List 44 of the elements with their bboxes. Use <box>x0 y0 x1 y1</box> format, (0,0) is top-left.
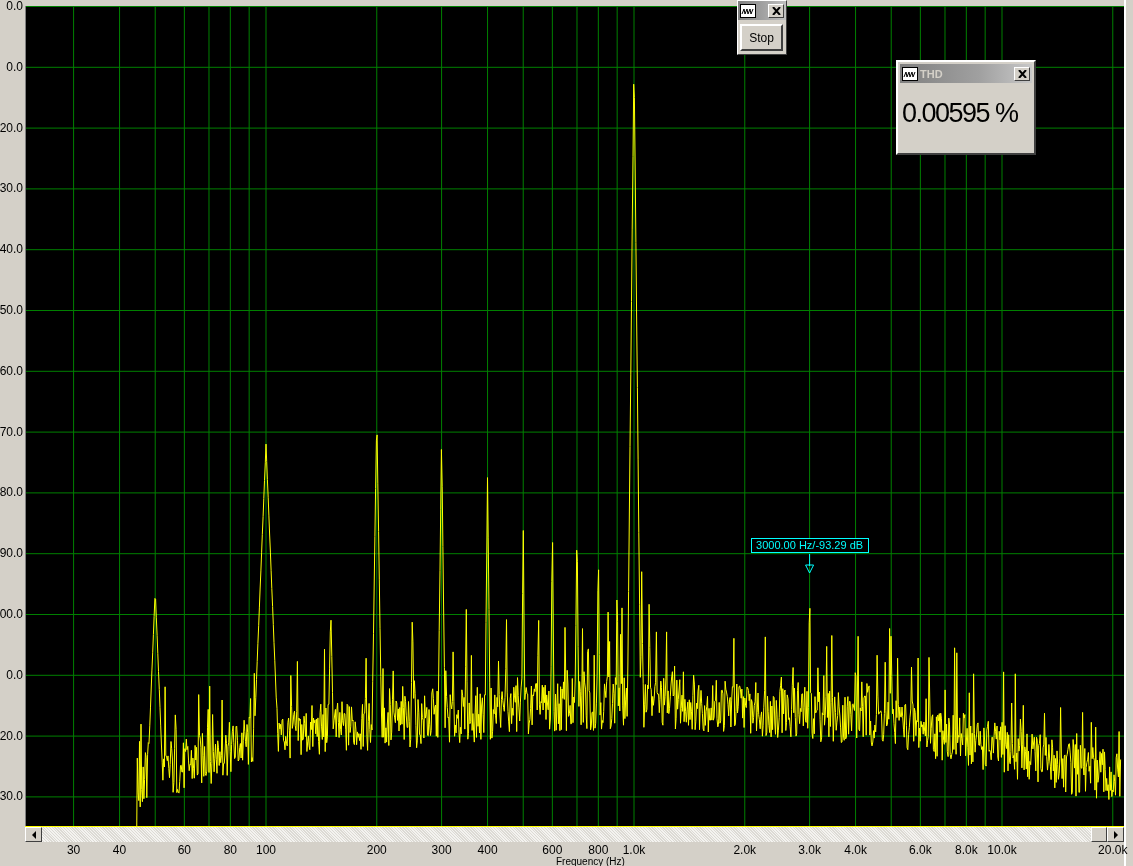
scroll-left-button[interactable] <box>25 827 42 842</box>
left-arrow-icon <box>30 830 37 839</box>
thd-value: 0.00595 % <box>901 97 1019 130</box>
waveform-icon <box>902 66 918 81</box>
window-title: THD <box>920 67 943 80</box>
cursor-marker-icon[interactable] <box>805 564 815 574</box>
axis-tick-label: 400 <box>476 843 499 857</box>
close-icon <box>1017 69 1027 78</box>
axis-tick-label: 6.0k <box>908 843 933 857</box>
axis-tick-label: 80.0 <box>0 485 23 500</box>
axis-tick-label: 40.0 <box>0 242 23 257</box>
axis-tick-label: 100 <box>255 843 277 857</box>
close-button[interactable] <box>768 3 784 18</box>
axis-tick-label: 60 <box>176 843 193 857</box>
axis-tick-label: 30.0 <box>0 181 23 196</box>
close-button[interactable] <box>1014 66 1030 81</box>
axis-tick-label: 0.0 <box>6 0 23 13</box>
axis-tick-label: 20.0 <box>0 120 23 135</box>
right-arrow-icon <box>1112 830 1119 839</box>
horizontal-scrollbar[interactable] <box>25 826 1124 842</box>
axis-tick-label: 30.0 <box>0 789 23 804</box>
axis-tick-label: 00.0 <box>0 607 23 621</box>
axis-tick-label: 90.0 <box>0 546 23 561</box>
axis-tick-label: 70.0 <box>0 424 23 439</box>
axis-tick-label: 20.0 <box>0 728 23 743</box>
cursor-readout: 3000.00 Hz/-93.29 dB <box>750 538 869 553</box>
axis-tick-label: 20.0k <box>1097 843 1129 857</box>
scroll-thumb[interactable] <box>1091 827 1107 842</box>
axis-tick-label: 4.0k <box>843 843 868 857</box>
axis-tick-label: 0.0 <box>6 667 23 682</box>
stop-button[interactable]: Stop <box>740 24 783 51</box>
axis-tick-label: 600 <box>541 843 564 857</box>
axis-tick-label: 60.0 <box>0 363 23 378</box>
waveform-icon <box>740 3 756 18</box>
axis-tick-label: 3.0k <box>797 843 822 857</box>
close-icon <box>771 6 781 15</box>
axis-tick-label: 0.0 <box>6 59 23 74</box>
axis-tick-label: 2.0k <box>732 843 758 857</box>
axis-tick-label: 300 <box>430 843 453 857</box>
axis-tick-label: 200 <box>365 843 388 857</box>
axis-tick-label: 30 <box>65 843 82 857</box>
scroll-right-button[interactable] <box>1107 827 1124 842</box>
axis-tick-label: 40 <box>111 843 128 857</box>
axis-tick-label: 50.0 <box>0 303 23 317</box>
